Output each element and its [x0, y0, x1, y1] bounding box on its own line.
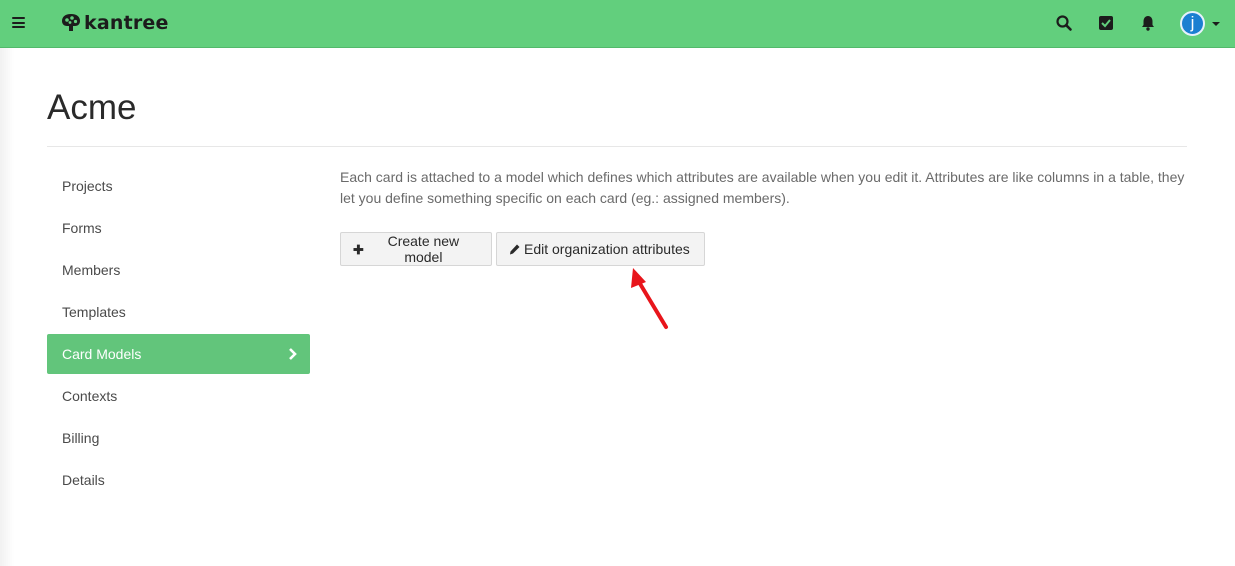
sidebar-item-label: Card Models	[62, 346, 142, 362]
chevron-right-icon	[289, 348, 297, 360]
left-edge-shadow	[0, 48, 14, 566]
logo[interactable]: kantree	[60, 11, 169, 35]
checkbox-icon[interactable]	[1097, 14, 1115, 32]
top-bar: kantree j	[0, 0, 1235, 48]
chevron-down-icon[interactable]	[1212, 22, 1220, 26]
sidebar-item-templates[interactable]: Templates	[47, 292, 310, 332]
tree-logo-icon	[62, 14, 80, 31]
avatar[interactable]: j	[1180, 11, 1205, 36]
sidebar-item-projects[interactable]: Projects	[47, 166, 310, 206]
card-models-description: Each card is attached to a model which d…	[340, 169, 1185, 206]
create-new-model-label: Create new model	[387, 233, 460, 265]
pencil-icon	[510, 244, 520, 254]
sidebar-nav: Projects Forms Members Templates Card Mo…	[47, 166, 310, 502]
logo-text: kantree	[84, 12, 169, 34]
edit-organization-attributes-label: Edit organization attributes	[524, 241, 690, 257]
sidebar-item-forms[interactable]: Forms	[47, 208, 310, 248]
bell-icon[interactable]	[1139, 14, 1157, 32]
annotation-arrow-icon	[631, 268, 668, 329]
sidebar-item-contexts[interactable]: Contexts	[47, 376, 310, 416]
divider	[47, 146, 1187, 147]
sidebar-item-members[interactable]: Members	[47, 250, 310, 290]
menu-icon[interactable]	[12, 17, 25, 28]
sidebar-item-details[interactable]: Details	[47, 460, 310, 500]
sidebar-item-billing[interactable]: Billing	[47, 418, 310, 458]
sidebar-item-card-models[interactable]: Card Models	[47, 334, 310, 374]
create-new-model-button[interactable]: Create new model	[340, 232, 492, 266]
search-icon[interactable]	[1055, 14, 1073, 32]
edit-organization-attributes-button[interactable]: Edit organization attributes	[496, 232, 705, 266]
page-title: Acme	[47, 88, 137, 127]
plus-icon	[353, 244, 364, 254]
